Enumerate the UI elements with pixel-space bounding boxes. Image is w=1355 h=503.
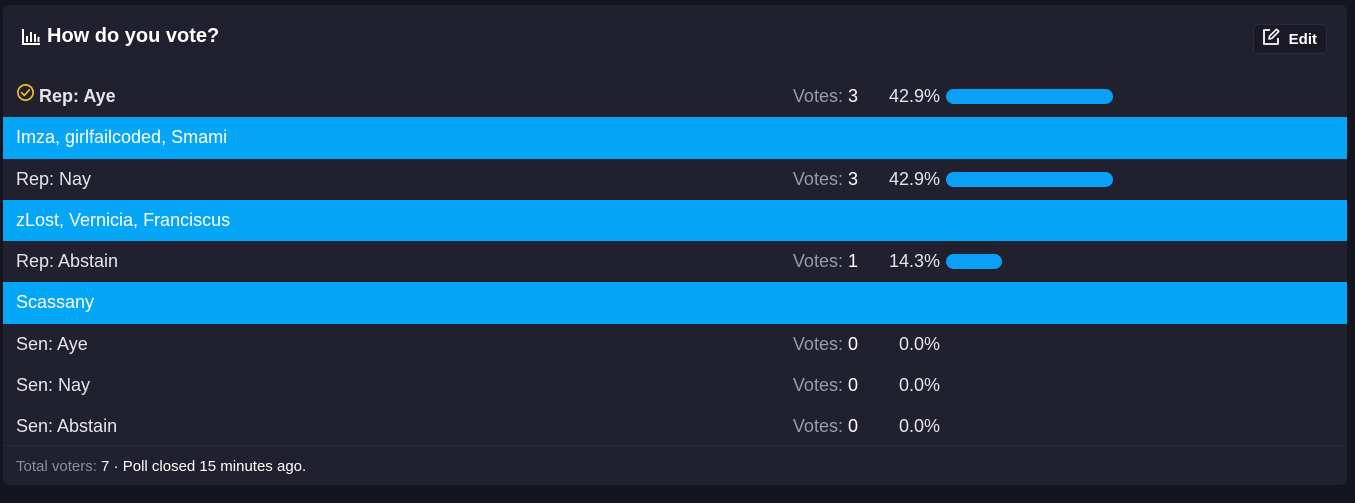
bar-chart-icon: [21, 28, 41, 46]
poll-title: How do you vote?: [21, 25, 219, 48]
option-progress-bar: [946, 171, 1113, 187]
check-circle-icon: [16, 76, 35, 117]
votes-count: 3: [847, 86, 858, 106]
total-voters-label: Total voters:: [16, 458, 97, 475]
option-percent: 0.0%: [898, 415, 940, 436]
poll-card: How do you vote? Edit Rep: Aye Votes: 3 …: [3, 5, 1347, 485]
poll-option-rep-abstain[interactable]: Rep: Abstain Votes: 1 14.3%: [3, 241, 1347, 282]
option-voters: Imza, girlfailcoded, Smami: [3, 117, 1347, 159]
total-voters-value: 7: [101, 458, 110, 475]
option-progress-bar: [946, 89, 1113, 104]
option-percent: 0.0%: [898, 333, 940, 354]
votes-label: Votes:: [792, 374, 843, 395]
option-percent: 0.0%: [898, 374, 940, 395]
votes-label: Votes:: [792, 333, 843, 354]
option-percent: 42.9%: [888, 86, 940, 106]
votes-count: 0: [847, 333, 858, 354]
option-label: Sen: Nay: [16, 374, 91, 395]
votes-label: Votes:: [792, 251, 843, 271]
option-votes: Votes: 1: [793, 241, 858, 282]
poll-options: Rep: Aye Votes: 3 42.9% Imza, girlfailco…: [3, 76, 1347, 447]
poll-footer: Total voters: 7 · Poll closed 15 minutes…: [3, 445, 1347, 485]
poll-option-rep-aye[interactable]: Rep: Aye Votes: 3 42.9%: [3, 76, 1347, 117]
option-votes: Votes: 3: [793, 159, 858, 200]
votes-count: 3: [847, 168, 858, 189]
option-label: Sen: Aye: [16, 333, 88, 354]
poll-option-sen-aye[interactable]: Sen: Aye Votes: 0 0.0%: [3, 324, 1347, 365]
option-votes: Votes: 0: [793, 406, 858, 447]
option-votes: Votes: 0: [793, 365, 858, 406]
votes-label: Votes:: [792, 86, 843, 106]
option-progress-bar: [946, 254, 1002, 269]
option-percent: 42.9%: [888, 168, 940, 189]
poll-title-text: How do you vote?: [47, 25, 220, 47]
poll-option-sen-nay[interactable]: Sen: Nay Votes: 0 0.0%: [3, 365, 1347, 406]
edit-button[interactable]: Edit: [1252, 24, 1327, 54]
poll-status: · Poll closed 15 minutes ago.: [113, 458, 307, 475]
poll-option-sen-abstain[interactable]: Sen: Abstain Votes: 0 0.0%: [3, 406, 1347, 447]
option-label: Sen: Abstain: [16, 415, 118, 436]
option-label: Rep: Abstain: [16, 251, 119, 271]
edit-button-label: Edit: [1288, 30, 1317, 48]
option-label: Rep: Aye: [16, 76, 116, 117]
option-votes: Votes: 3: [793, 76, 858, 117]
option-voters: Scassany: [3, 282, 1347, 324]
option-votes: Votes: 0: [793, 324, 858, 365]
option-voters: zLost, Vernicia, Franciscus: [3, 199, 1347, 241]
option-percent: 14.3%: [888, 251, 940, 271]
option-voters-text: Scassany: [16, 292, 95, 312]
votes-label: Votes:: [792, 415, 843, 436]
edit-icon: [1261, 27, 1281, 51]
votes-count: 0: [847, 374, 858, 395]
footer-text: Total voters: 7 · Poll closed 15 minutes…: [16, 446, 306, 486]
option-voters-text: zLost, Vernicia, Franciscus: [16, 209, 231, 230]
option-voters-text: Imza, girlfailcoded, Smami: [16, 127, 228, 147]
poll-option-rep-nay[interactable]: Rep: Nay Votes: 3 42.9%: [3, 159, 1347, 200]
option-label-text: Rep: Aye: [39, 86, 116, 106]
votes-count: 1: [847, 251, 858, 271]
votes-label: Votes:: [792, 168, 843, 189]
poll-header: How do you vote? Edit: [3, 5, 1347, 73]
votes-count: 0: [847, 415, 858, 436]
option-label: Rep: Nay: [16, 168, 92, 189]
